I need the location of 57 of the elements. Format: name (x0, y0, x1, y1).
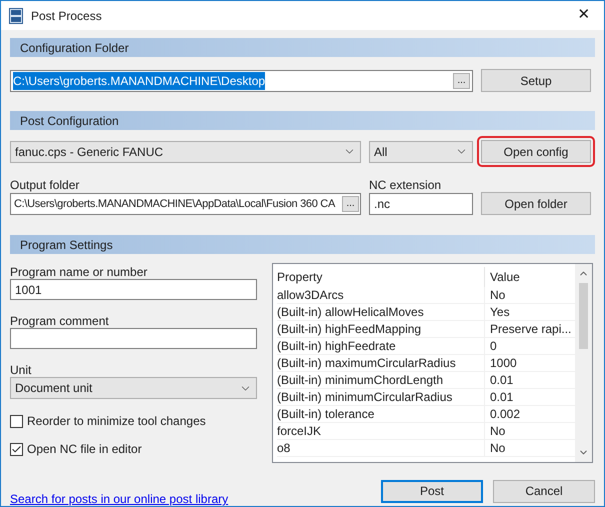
table-cell-text: No (489, 287, 506, 304)
field-label: NC extension (369, 177, 442, 193)
table-cell-text: No (489, 440, 506, 457)
path-text: C:\Users\groberts.MANANDMACHINE\Desktop (13, 72, 266, 90)
post-dropdown[interactable]: fanuc.cps - Generic FANUC (10, 140, 361, 162)
column-header[interactable]: Property (277, 267, 485, 287)
checkbox[interactable] (10, 414, 23, 428)
checkbox-label: Open NC file in editor (27, 441, 142, 458)
window-title: Post Process (31, 8, 102, 24)
column-header[interactable]: Value (485, 268, 520, 286)
nc-extension-field[interactable]: .nc (369, 193, 473, 215)
scrollbar-thumb[interactable] (579, 283, 588, 349)
table-cell: forceIJK (277, 422, 485, 440)
table-cell-text: Preserve rapi... (489, 321, 572, 338)
program-name-field[interactable]: 1001 (10, 279, 257, 300)
check-icon (11, 444, 22, 454)
table-cell-text: No (489, 423, 506, 440)
section-header: Program Settings (10, 235, 595, 254)
browse-button[interactable]: ... (342, 196, 359, 212)
open-config-button[interactable]: Open config (481, 140, 591, 163)
scrollbar[interactable] (575, 264, 592, 462)
dialog-button[interactable]: Post (381, 480, 483, 502)
table-cell-text: 0.01 (489, 372, 514, 389)
open-folder-button[interactable]: Open folder (481, 192, 591, 215)
section-header: Post Configuration (10, 111, 595, 130)
program-comment-field[interactable] (10, 328, 257, 349)
filter-dropdown[interactable]: All (369, 140, 473, 162)
table-cell: (Built-in) allowHelicalMoves (277, 304, 485, 320)
table-cell: o8 (277, 440, 485, 456)
table-cell: (Built-in) maximumCircularRadius (277, 354, 485, 372)
table-cell: (Built-in) highFeedMapping (277, 320, 485, 338)
table-cell: (Built-in) tolerance (277, 406, 485, 422)
post-library-link[interactable]: Search for posts in our online post library (10, 490, 228, 506)
section-header: Configuration Folder (10, 38, 595, 57)
table-cell-text: 0.01 (489, 389, 514, 406)
table-cell: allow3DArcs (277, 286, 485, 304)
field-label: Program comment (10, 313, 110, 328)
field-label: Output folder (10, 177, 80, 193)
path-field[interactable]: C:\Users\groberts.MANANDMACHINE\Desktop ... (10, 70, 473, 92)
output-folder-field[interactable]: C:\Users\groberts.MANANDMACHINE\AppData\Local\Fusion 360 CA ... (10, 193, 361, 215)
table-cell-text: 0.002 (489, 406, 520, 423)
browse-button[interactable]: ... (453, 72, 470, 88)
dialog-button[interactable]: Cancel (493, 480, 595, 502)
field-label: Unit (10, 362, 32, 377)
table-cell-text: Yes (489, 304, 510, 321)
setup-button[interactable]: Setup (481, 69, 591, 92)
table-cell-text: 1000 (489, 355, 517, 372)
app-icon (9, 8, 23, 24)
close-button[interactable]: ✕ (564, 1, 604, 30)
table-cell: (Built-in) minimumChordLength (277, 372, 485, 388)
field-label: Program name or number (10, 264, 148, 279)
table-cell-text: 0 (489, 338, 497, 355)
table-cell: (Built-in) minimumCircularRadius (277, 388, 485, 406)
table-cell: (Built-in) highFeedrate (277, 338, 485, 354)
checkbox[interactable] (10, 442, 23, 456)
checkbox-label: Reorder to minimize tool changes (27, 413, 206, 430)
unit-dropdown[interactable]: Document unit (10, 377, 257, 399)
